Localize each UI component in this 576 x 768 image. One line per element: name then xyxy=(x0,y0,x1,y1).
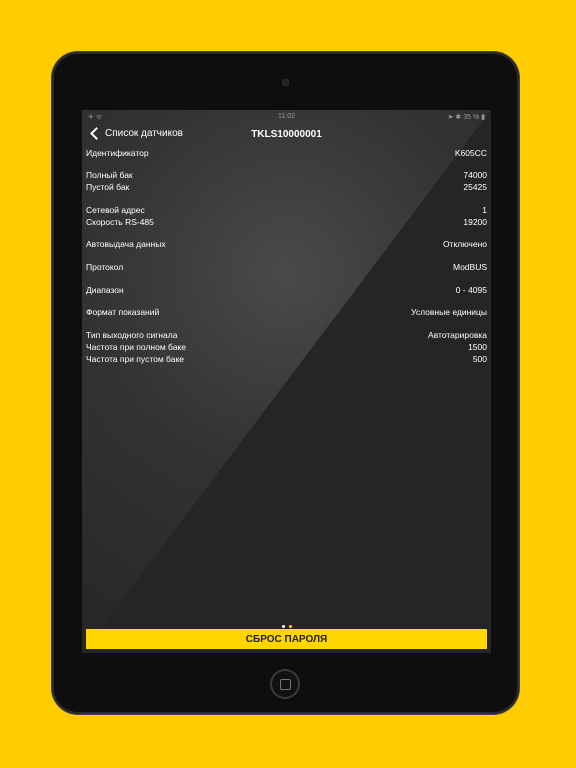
row-label: Полный бак xyxy=(86,170,133,180)
reset-password-button[interactable]: СБРОС ПАРОЛЯ xyxy=(86,629,487,649)
list-item: Пустой бак 25425 xyxy=(86,182,487,194)
list-item: Формат показаний Условные единицы xyxy=(86,307,487,319)
page-title: TKLS10000001 xyxy=(251,129,322,140)
row-value: ModBUS xyxy=(452,262,487,272)
row-label: Частота при пустом баке xyxy=(86,354,184,364)
screen: ✈ ᯤ 11:02 ➤ ✱ 35 % ▮ Список датчиков TKL… xyxy=(82,110,491,653)
row-value: K605CC xyxy=(454,148,487,158)
row-value: 0 - 4095 xyxy=(455,285,487,295)
row-value: Отключено xyxy=(442,239,487,249)
list-item: Идентификатор K605CC xyxy=(86,148,487,160)
row-value: 500 xyxy=(472,354,487,364)
row-label: Частота при полном баке xyxy=(86,342,186,352)
status-time: 11:02 xyxy=(278,113,295,120)
row-value: 25425 xyxy=(463,182,487,192)
row-label: Автовыдача данных xyxy=(86,239,166,249)
page-dot-active[interactable] xyxy=(288,625,292,628)
list-item: Частота при пустом баке 500 xyxy=(86,354,487,366)
row-value: 74000 xyxy=(463,170,487,180)
list-item: Скорость RS-485 19200 xyxy=(86,217,487,229)
home-button-icon xyxy=(280,679,291,690)
status-bar: ✈ ᯤ 11:02 ➤ ✱ 35 % ▮ xyxy=(82,110,491,124)
home-button[interactable] xyxy=(270,669,300,699)
row-value: Автотарировка xyxy=(428,330,487,340)
list-item: Полный бак 74000 xyxy=(86,170,487,182)
list-item: Частота при полном баке 1500 xyxy=(86,342,487,354)
row-label: Пустой бак xyxy=(86,182,130,192)
row-label: Формат показаний xyxy=(86,307,160,317)
row-label: Сетевой адрес xyxy=(86,205,145,215)
row-value: Условные единицы xyxy=(411,307,487,317)
page-dot[interactable] xyxy=(281,625,285,628)
list-item: Автовыдача данных Отключено xyxy=(86,239,487,251)
camera-icon xyxy=(282,79,289,86)
row-value: 1500 xyxy=(468,342,487,352)
row-label: Тип выходного сигнала xyxy=(86,330,178,340)
row-label: Скорость RS-485 xyxy=(86,217,154,227)
row-label: Протокол xyxy=(86,262,124,272)
row-value: 19200 xyxy=(463,217,487,227)
row-label: Диапазон xyxy=(86,285,124,295)
row-value: 1 xyxy=(482,205,487,215)
nav-bar: Список датчиков TKLS10000001 xyxy=(82,124,491,144)
status-right-icons: ➤ ✱ 35 % ▮ xyxy=(447,114,485,121)
list-item: Протокол ModBUS xyxy=(86,262,487,274)
row-label: Идентификатор xyxy=(86,148,149,158)
list-item: Диапазон 0 - 4095 xyxy=(86,285,487,297)
list-item: Тип выходного сигнала Автотарировка xyxy=(86,330,487,342)
list-item: Сетевой адрес 1 xyxy=(86,205,487,217)
